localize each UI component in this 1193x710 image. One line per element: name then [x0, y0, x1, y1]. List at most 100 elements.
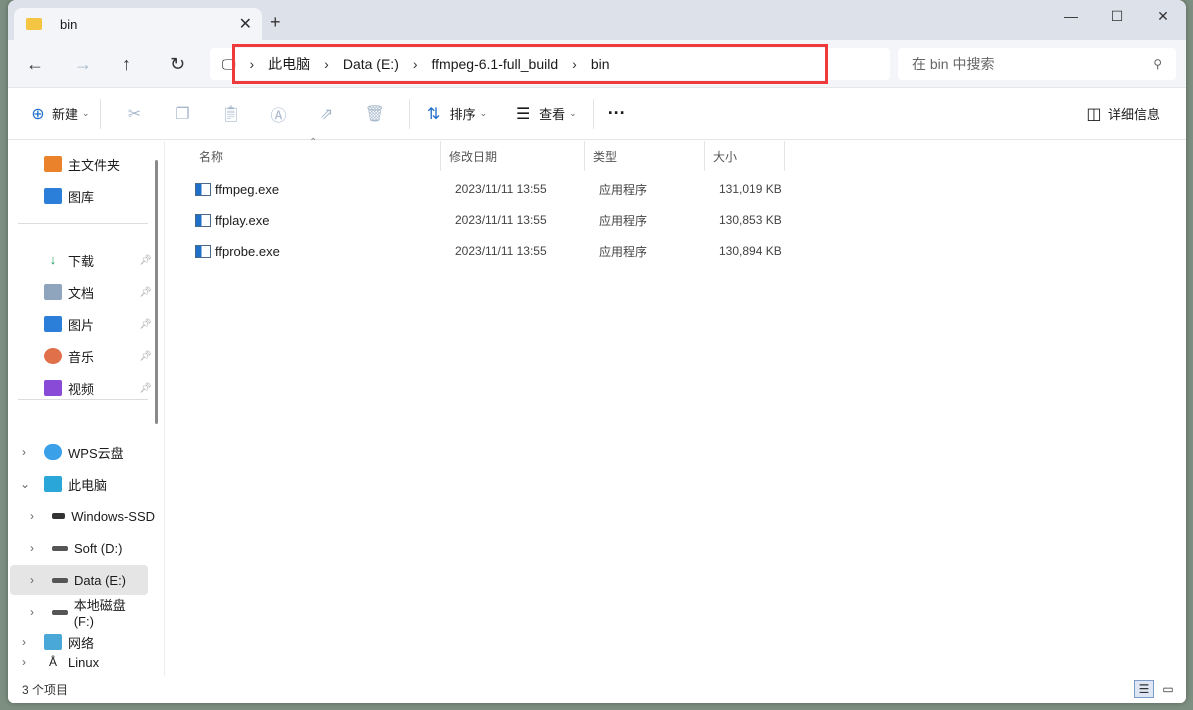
forward-button[interactable]: → [74, 54, 92, 75]
chevron-down-icon[interactable]: ⌄ [20, 477, 30, 491]
new-label: 新建 [52, 107, 79, 122]
file-list: 名称 ⌃ 修改日期 类型 大小 ffmpeg.exe 2023/11/11 13:… [164, 137, 1186, 676]
file-name: ffmpeg.exe [215, 181, 280, 197]
sort-button[interactable]: ⇅ 排序 ⌄ [424, 104, 487, 124]
rename-icon[interactable]: Ⓐ [269, 102, 289, 126]
item-count: 3 个项目 [22, 683, 69, 697]
search-input[interactable]: 在 bin 中搜索 ⚲ [898, 48, 1176, 80]
document-icon [44, 284, 62, 300]
tab-bar: bin ✕ + — ☐ ✕ [8, 0, 1186, 40]
sidebar-item-gallery[interactable]: 图库 [10, 181, 148, 211]
pin-icon[interactable]: 📌︎ [139, 287, 152, 298]
video-icon [44, 380, 62, 396]
details-button[interactable]: ◫ 详细信息 [1084, 104, 1160, 124]
chevron-right-icon[interactable]: › [30, 541, 34, 555]
column-header-date[interactable]: 修改日期 [441, 141, 585, 171]
view-button[interactable]: ☰ 查看 ⌄ [513, 104, 577, 124]
sidebar-item-linux[interactable]: › Å Linux [10, 649, 148, 675]
details-pane-icon: ◫ [1086, 105, 1102, 123]
close-tab-icon[interactable]: ✕ [239, 14, 252, 34]
column-header-size[interactable]: 大小 [705, 141, 785, 171]
sort-icon: ⇅ [426, 105, 441, 123]
pin-icon[interactable]: 📌︎ [139, 255, 152, 266]
header-label: 名称 [199, 149, 224, 164]
gallery-icon [44, 188, 62, 204]
folder-icon [26, 18, 42, 30]
sidebar-item-music[interactable]: 音乐 📌︎ [10, 341, 152, 371]
file-type: 应用程序 [599, 182, 648, 197]
maximize-button[interactable]: ☐ [1094, 0, 1140, 32]
sidebar-item-home[interactable]: 主文件夹 [10, 149, 148, 179]
sidebar-item-soft-d[interactable]: › Soft (D:) [10, 533, 148, 563]
details-view-icon[interactable]: ☰ [1134, 680, 1154, 698]
sort-ascending-icon: ⌃ [309, 137, 318, 148]
sidebar-item-pictures[interactable]: 图片 📌︎ [10, 309, 152, 339]
new-button[interactable]: ⊕ 新建 ⌄ [28, 104, 89, 124]
sidebar-item-documents[interactable]: 文档 📌︎ [10, 277, 152, 307]
home-icon [44, 156, 62, 172]
sort-label: 排序 [449, 107, 476, 122]
chevron-right-icon[interactable]: › [30, 573, 34, 587]
file-date: 2023/11/11 13:55 [455, 213, 547, 227]
sidebar-label: 文档 [68, 285, 95, 301]
more-options-button[interactable]: ··· [608, 103, 626, 124]
large-icons-view-icon[interactable]: ▭ [1158, 680, 1178, 698]
pin-icon[interactable]: 📌︎ [139, 351, 152, 362]
paste-icon[interactable]: 📋︎ [221, 104, 241, 124]
close-window-button[interactable]: ✕ [1140, 0, 1186, 32]
sidebar-item-wps-cloud[interactable]: › WPS云盘 [10, 437, 148, 467]
sidebar-label: 视频 [68, 381, 95, 397]
chevron-down-icon: ⌄ [569, 108, 577, 118]
view-label: 查看 [539, 107, 566, 122]
file-name: ffprobe.exe [215, 243, 280, 259]
chevron-right-icon[interactable]: › [22, 445, 26, 459]
drive-icon [52, 545, 68, 551]
sidebar-item-local-f[interactable]: › 本地磁盘 (F:) [10, 597, 148, 629]
chevron-right-icon[interactable]: › [30, 605, 34, 619]
sidebar-label: 图库 [68, 189, 95, 205]
details-label: 详细信息 [1107, 107, 1160, 122]
pictures-icon [44, 316, 62, 332]
chevron-right-icon[interactable]: › [22, 655, 26, 669]
cut-icon[interactable]: ✂ [125, 104, 145, 124]
minimize-button[interactable]: — [1048, 0, 1094, 32]
sidebar-label: Linux [68, 654, 100, 670]
view-lines-icon: ☰ [515, 105, 531, 123]
column-header-type[interactable]: 类型 [585, 141, 705, 171]
back-button[interactable]: ← [26, 54, 44, 75]
file-name: ffplay.exe [215, 212, 270, 228]
pin-icon[interactable]: 📌︎ [139, 319, 152, 330]
chevron-right-icon[interactable]: › [22, 635, 26, 649]
download-icon: ↓ [49, 252, 57, 267]
tab-bin[interactable]: bin ✕ [14, 8, 262, 40]
sidebar-item-downloads[interactable]: ↓ 下载 📌︎ [10, 245, 152, 275]
file-size: 130,853 KB [719, 213, 782, 227]
sidebar-item-data-e[interactable]: › Data (E:) [10, 565, 148, 595]
navigation-pane: 主文件夹 图库 ↓ 下载 📌︎ 文档 📌︎ 图片 📌︎ 音乐 📌︎ 视频 📌︎ › WPS云盘… [8, 141, 163, 676]
sidebar-label: 音乐 [68, 349, 95, 365]
pin-icon[interactable]: 📌︎ [139, 383, 152, 394]
new-tab-button[interactable]: + [270, 12, 281, 33]
sidebar-label: 此电脑 [68, 477, 108, 493]
up-button[interactable]: ↑ [122, 54, 131, 75]
drive-icon [52, 609, 68, 615]
drive-icon [52, 513, 66, 519]
column-header-name[interactable]: 名称 ⌃ [191, 137, 441, 171]
sidebar-item-windows-ssd[interactable]: › Windows-SSD [10, 501, 155, 531]
refresh-button[interactable]: ↻ [170, 54, 185, 75]
delete-icon[interactable]: 🗑︎ [365, 104, 385, 124]
file-type: 应用程序 [599, 213, 648, 228]
chevron-right-icon[interactable]: › [30, 509, 34, 523]
sidebar-label: 下载 [68, 253, 95, 269]
sidebar-label: 主文件夹 [68, 157, 121, 173]
drive-icon [52, 577, 68, 583]
command-bar: ⊕ 新建 ⌄ ✂ ❐ 📋︎ Ⓐ ⇗ 🗑︎ ⇅ 排序 ⌄ ☰ 查看 ⌄ ··· ◫… [8, 88, 1186, 140]
sidebar-item-this-pc[interactable]: ⌄ 此电脑 [10, 469, 148, 499]
sidebar-label: 图片 [68, 317, 95, 333]
sidebar-scrollbar[interactable] [155, 160, 158, 424]
highlight-box [232, 44, 828, 84]
share-icon[interactable]: ⇗ [317, 104, 337, 124]
cloud-icon [44, 444, 62, 460]
file-date: 2023/11/11 13:55 [455, 244, 547, 258]
copy-icon[interactable]: ❐ [173, 104, 193, 124]
